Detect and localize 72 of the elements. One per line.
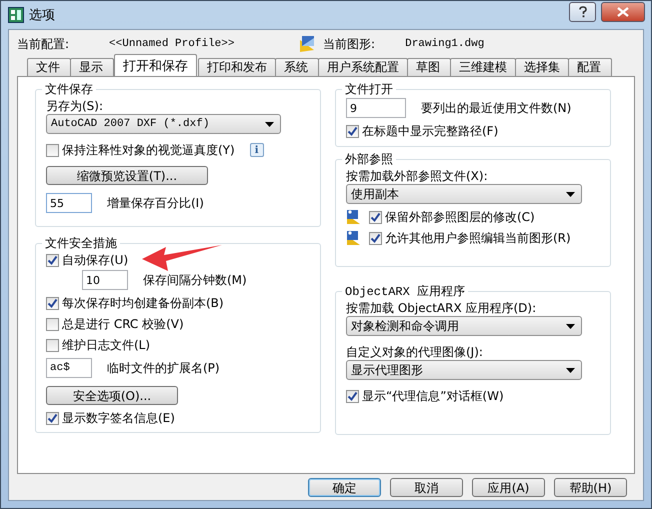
dialog-button[interactable]: 取消: [390, 478, 463, 496]
checkbox[interactable]: [369, 232, 382, 244]
checkbox-label: 允许其他用户参照编辑当前图形(R): [385, 230, 571, 246]
checkbox[interactable]: [46, 254, 59, 266]
group-title: 文件保存: [44, 81, 94, 98]
security-options-button[interactable]: 安全选项(O)...: [46, 386, 178, 405]
dropdown-arrow-icon: [566, 192, 575, 196]
checkbox[interactable]: [46, 144, 59, 156]
tab[interactable]: 草图: [407, 58, 451, 76]
tab[interactable]: 系统: [275, 58, 319, 76]
dropdown-arrow-icon: [566, 324, 575, 328]
checkbox-label: 保持注释性对象的视觉逼真度(Y): [62, 142, 235, 158]
checkbox[interactable]: [369, 210, 382, 224]
profile-name: <<Unnamed Profile>>: [109, 38, 236, 50]
arx-load-dropdown[interactable]: 对象检测和命令调用: [346, 316, 582, 336]
close-button[interactable]: [601, 2, 645, 22]
interval-label: 保存间隔分钟数(M): [143, 272, 247, 288]
tab[interactable]: 选择集: [515, 58, 569, 76]
dropdown-arrow-icon: [566, 368, 575, 372]
drawing-label: 当前图形:: [323, 36, 376, 52]
extension-input[interactable]: ac$: [46, 358, 92, 378]
app-icon: [8, 7, 24, 23]
group-title: ObjectARX 应用程序: [344, 284, 466, 300]
drawing-name: Drawing1.dwg: [405, 38, 484, 50]
group-title: 外部参照: [344, 151, 394, 168]
percent-label: 增量保存百分比(I): [107, 195, 204, 211]
tab[interactable]: 打开和保存: [114, 54, 197, 76]
window-title: 选项: [29, 7, 55, 24]
tab[interactable]: 配置: [568, 58, 612, 76]
tab[interactable]: 用户系统配置: [318, 58, 408, 76]
close-icon: [617, 7, 629, 17]
tab[interactable]: 打印和发布: [198, 58, 276, 76]
profile-label: 当前配置:: [17, 36, 70, 52]
save-format-dropdown[interactable]: AutoCAD 2007 DXF (*.dxf): [46, 114, 281, 134]
checkbox[interactable]: [346, 390, 359, 402]
checkbox-label: 每次保存时均创建备份副本(B): [62, 295, 224, 311]
dialog-button[interactable]: 应用(A): [472, 478, 545, 496]
info-icon[interactable]: i: [250, 143, 264, 157]
checkbox-label: 维护日志文件(L): [62, 337, 150, 353]
help-button[interactable]: [569, 2, 596, 22]
xref-load-dropdown[interactable]: 使用副本: [346, 184, 582, 204]
checkbox[interactable]: [46, 318, 59, 330]
percent-input[interactable]: 55: [46, 193, 92, 213]
extension-label: 临时文件的扩展名(P): [107, 360, 220, 376]
dialog-button[interactable]: 帮助(H): [554, 478, 627, 496]
interval-input[interactable]: 10: [82, 270, 128, 290]
checkbox-label: 在标题中显示完整路径(F): [362, 123, 498, 139]
group-title: 文件打开: [344, 81, 394, 98]
tab[interactable]: 三维建模: [450, 58, 516, 76]
checkbox-label: 总是进行 CRC 校验(V): [62, 316, 184, 332]
tab[interactable]: 显示: [70, 58, 114, 76]
recent-files-label: 要列出的最近使用文件数(N): [421, 100, 572, 116]
checkbox-label: 保留外部参照图层的修改(C): [385, 209, 535, 225]
tab[interactable]: 文件: [27, 58, 71, 76]
save-as-label: 另存为(S):: [46, 98, 104, 114]
checkbox-label: 自动保存(U): [62, 252, 128, 268]
proxy-image-label: 自定义对象的代理图像(J):: [346, 344, 483, 360]
xref-load-label: 按需加载外部参照文件(X):: [346, 168, 488, 184]
checkbox-label: 显示“代理信息”对话框(W): [362, 388, 504, 404]
proxy-image-dropdown[interactable]: 显示代理图形: [346, 360, 582, 380]
thumbnail-settings-button[interactable]: 缩微预览设置(T)...: [46, 166, 208, 185]
arx-load-label: 按需加载 ObjectARX 应用程序(D):: [346, 300, 536, 316]
group-title: 文件安全措施: [44, 235, 118, 252]
checkbox-label: 显示数字签名信息(E): [62, 410, 175, 426]
checkbox[interactable]: [46, 412, 59, 424]
checkbox[interactable]: [46, 296, 59, 310]
dropdown-arrow-icon: [265, 122, 274, 126]
dialog-button[interactable]: 确定: [308, 478, 381, 496]
recent-files-input[interactable]: 9: [346, 98, 406, 118]
question-mark-icon: [578, 6, 588, 18]
checkbox[interactable]: [46, 338, 59, 352]
checkbox[interactable]: [346, 124, 359, 138]
